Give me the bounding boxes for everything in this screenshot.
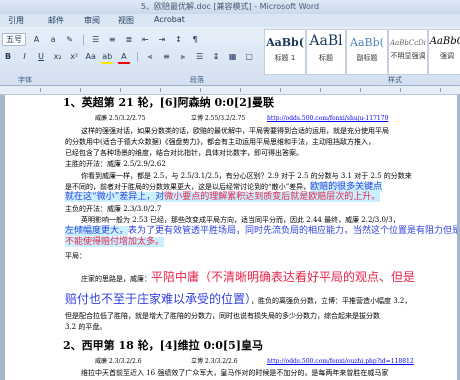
odds-ladbrokes-1: 立博 2.55/3.2/2.75 bbox=[191, 115, 246, 122]
line-spacing-icon[interactable]: ↨ bbox=[210, 51, 222, 62]
menu-bar: 引用 邮件 审阅 视图 Acrobat bbox=[0, 14, 460, 28]
style-heading-1[interactable]: AaBb( 标题 1 bbox=[264, 29, 306, 75]
odds-link-1[interactable]: http://odds.500.com/fenxi/shuju-117179 bbox=[267, 114, 388, 124]
odds-william-1: 威廉 2.5/3.2/2.75 bbox=[95, 115, 146, 122]
para-2-line-2: 赔付也不至于庄家难以承受的位置），胜负的离强负分数，立博：平推营造小幅度 3.2… bbox=[65, 292, 412, 306]
increase-indent-icon[interactable]: ⇥ bbox=[156, 34, 168, 45]
menu-review[interactable]: 审阅 bbox=[84, 15, 100, 26]
para-1-line-2: 的分数用中(适合于德大众数据)《强盘势力》，都会有主动运用平局思维和手法，主动阻… bbox=[65, 138, 375, 146]
subhead-away-win: 主负的开法：威廉 2.3/3.0/2.7 bbox=[65, 205, 162, 213]
font-group-label: 字体 bbox=[18, 76, 32, 84]
clear-format-icon[interactable]: ✎ bbox=[64, 34, 76, 45]
justify-icon[interactable]: ☰ bbox=[194, 51, 206, 62]
italic-icon[interactable]: I bbox=[19, 51, 31, 62]
menu-view[interactable]: 视图 bbox=[118, 15, 134, 26]
font-color-icon[interactable]: A bbox=[117, 51, 130, 64]
style-subtle-emphasis[interactable]: AaBbCcDi 不明显强调 bbox=[388, 29, 428, 75]
align-left-icon[interactable]: ⫷ bbox=[144, 51, 156, 62]
menu-mailings[interactable]: 邮件 bbox=[48, 15, 64, 26]
borders-icon[interactable]: ▢ bbox=[243, 51, 255, 62]
multilevel-icon[interactable]: ≣ bbox=[123, 34, 135, 45]
styles-group-label: 样式 bbox=[388, 76, 402, 84]
subhead-draw: 平局： bbox=[65, 252, 86, 260]
subscript-icon[interactable]: x₂ bbox=[52, 51, 64, 62]
font-size-box[interactable]: 五号 bbox=[2, 33, 26, 46]
para-1-line-7: 英明影响一般为 2.53 已经，那些改变成平局方向，适当同平分而，因此 2.44… bbox=[81, 216, 400, 224]
para-1-line-8: 左倾幅度更大，表为了更有效管透平胜场局，同时先流负局的相应能力，当然这个位置是有… bbox=[65, 226, 457, 236]
decrease-indent-icon[interactable]: ⇤ bbox=[139, 34, 151, 45]
odds-william-2: 威廉 2.3/3.2/2.6 bbox=[95, 358, 142, 365]
show-marks-icon[interactable]: ¶ bbox=[189, 34, 201, 45]
highlight-icon[interactable]: ab bbox=[101, 51, 114, 64]
highlight-red-1: 微小要点的理解累积达到质变后就是欧赔层次的上升。 bbox=[164, 192, 381, 202]
menu-references[interactable]: 引用 bbox=[8, 15, 24, 26]
para-1-line-9: 不能使得赔付增加太多。 bbox=[65, 237, 165, 247]
para-4-line-1: 维拉中天首前至近入 16 强绩效了广众军大，皇马作对的时候是不加分的，是每两年来… bbox=[81, 369, 389, 377]
menu-acrobat[interactable]: Acrobat bbox=[154, 15, 185, 24]
shrink-font-icon[interactable]: a bbox=[47, 34, 59, 45]
style-subtitle[interactable]: AaBb( 副标题 bbox=[346, 29, 388, 75]
para-1-line-6: 就在这“微小”差异上，对微小要点的理解累积达到质变后就是欧赔层次的上升。 bbox=[65, 192, 381, 202]
align-right-icon[interactable]: ⫸ bbox=[177, 51, 189, 62]
window-title: 5、欧赔最优解.doc [兼容模式] - Microsoft Word bbox=[0, 0, 460, 14]
odds-ladbrokes-2: 立博 2.3/3.2/2.6 bbox=[191, 358, 238, 365]
para-2-line-1: 庄家的思路是，威廉：平陪中庸（不清晰明确表达看好平局的观点、但是 bbox=[81, 270, 416, 284]
sort-icon[interactable]: ↕ bbox=[172, 34, 184, 45]
grow-font-icon[interactable]: A bbox=[31, 34, 43, 45]
document-page[interactable]: 1、英超第 21 轮，[6]阿森纳 0:0[2]曼联 威廉 2.5/3.2/2.… bbox=[5, 95, 457, 380]
bold-icon[interactable]: B bbox=[2, 51, 14, 62]
ribbon: 五号 A a ✎ ☰ ≡ ≣ ⇤ ⇥ ↕ ¶ B I U x₂ x² Aa ab… bbox=[0, 27, 460, 86]
highlight-blue-1: 欧赔的很多关键点 bbox=[310, 182, 383, 192]
align-center-icon[interactable]: ≡ bbox=[160, 51, 172, 62]
para-1-line-4: 你看到威廉一样，都是 2.5，与 2.5/3.1/2.5，有分心区别？2.9 对… bbox=[81, 172, 412, 180]
para-1-line-3: 已经包含了各种场景的维度，结合对比指针，具体对比数字，即可得出答案。 bbox=[65, 149, 303, 157]
underline-icon[interactable]: U bbox=[35, 51, 47, 62]
style-emphasis[interactable]: AaBbC 强调 bbox=[428, 29, 460, 75]
bullets-icon[interactable]: ☰ bbox=[90, 34, 102, 45]
style-title[interactable]: AaBl 标题 bbox=[306, 29, 346, 75]
text-effects-icon[interactable]: Aa bbox=[85, 51, 97, 62]
numbering-icon[interactable]: ≡ bbox=[106, 34, 118, 45]
para-3-line-2: 3.2 的平盘。 bbox=[65, 323, 107, 331]
superscript-icon[interactable]: x² bbox=[68, 51, 80, 62]
subhead-home-win: 主胜的开法：威廉 2.5/2.9/2.62 bbox=[65, 160, 166, 168]
paragraph-group-label: 段落 bbox=[190, 76, 204, 84]
para-3-line-1: 但是配合拉低了胜陪，就是增大了胜陪的分数力，同时也说有损失局的多少分数力，综合起… bbox=[65, 312, 380, 320]
heading-match-1: 1、英超第 21 轮，[6]阿森纳 0:0[2]曼联 bbox=[63, 96, 274, 109]
para-1-line-1: 这样的强强对话，如果分数类的话，欧赔的最优解中，平局需要得到合适的运用，就是充分… bbox=[81, 127, 389, 135]
para-1-line-5: 是不同的，前者对于胜局的分数效果更大，这是以后经常讨论到的“散小”差异，欧赔的很… bbox=[65, 182, 383, 192]
odds-link-2[interactable]: http://odds.500.com/fenxi/ouzhi.php?id=1… bbox=[267, 357, 414, 367]
horizontal-ruler[interactable] bbox=[0, 86, 460, 95]
shading-icon[interactable]: ▦ bbox=[227, 51, 239, 62]
heading-match-2: 2、西甲第 18 轮，[4]维拉 0:0[5]皇马 bbox=[63, 339, 263, 352]
